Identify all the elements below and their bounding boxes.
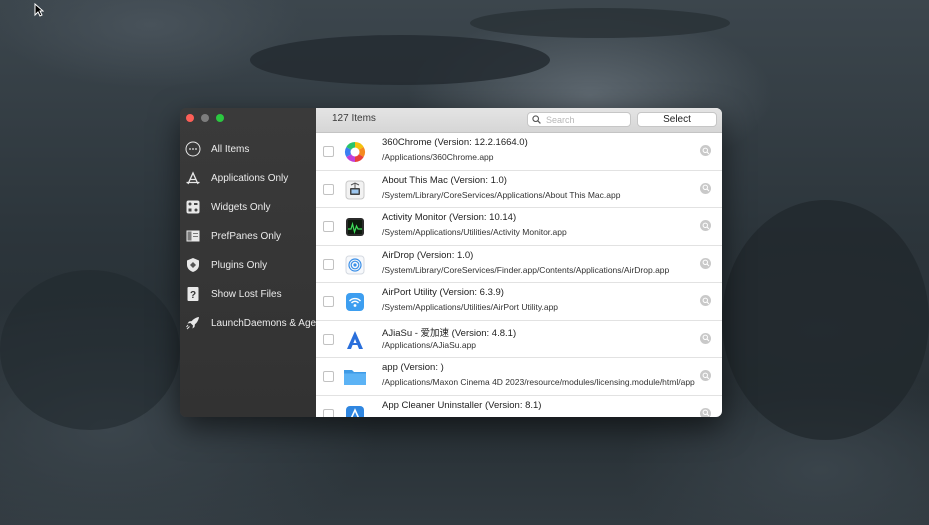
row-name: app (Version: ): [382, 362, 444, 373]
row-name: Activity Monitor (Version: 10.14): [382, 212, 517, 223]
sidebar-item-show-lost-files[interactable]: ? Show Lost Files: [180, 281, 316, 307]
sidebar-item-applications-only[interactable]: Applications Only: [180, 165, 316, 191]
row-name: AJiaSu - 爱加速 (Version: 4.8.1): [382, 327, 517, 339]
list-item[interactable]: AJiaSu - 爱加速 (Version: 4.8.1) /Applicati…: [316, 321, 722, 358]
widgets-icon: [185, 199, 201, 215]
360chrome-icon: [343, 140, 367, 164]
row-path: /System/Library/CoreServices/Finder.app/…: [382, 264, 670, 275]
ellipsis-circle-icon: [185, 141, 201, 157]
airport-utility-icon: [343, 290, 367, 314]
sidebar-item-all-items[interactable]: All Items: [180, 136, 316, 162]
row-checkbox[interactable]: [323, 296, 334, 307]
airdrop-icon: [343, 253, 367, 277]
row-path: /Applications/360Chrome.app: [382, 152, 494, 162]
list-item[interactable]: 360Chrome (Version: 12.2.1664.0) /Applic…: [316, 133, 722, 171]
ajiasu-icon: [343, 328, 367, 352]
question-file-icon: ?: [185, 286, 201, 302]
row-name: About This Mac (Version: 1.0): [382, 174, 507, 186]
app-store-icon: [185, 170, 201, 186]
sidebar-item-label: LaunchDaemons & Agents: [211, 317, 330, 329]
toolbar: 127 Items Select: [316, 108, 722, 133]
row-name: AirDrop (Version: 1.0): [382, 249, 474, 261]
sidebar-item-launchdaemons-agents[interactable]: LaunchDaemons & Agents: [180, 310, 329, 336]
sidebar-item-plugins-only[interactable]: Plugins Only: [180, 252, 316, 278]
sidebar-item-label: Plugins Only: [211, 259, 268, 271]
row-checkbox[interactable]: [323, 221, 334, 232]
sidebar-item-label: All Items: [211, 143, 250, 155]
sidebar-item-label: Applications Only: [211, 172, 289, 184]
prefpane-icon: [185, 228, 201, 244]
rocket-icon: [185, 315, 201, 331]
magnifier-icon[interactable]: [700, 370, 711, 381]
about-this-mac-icon: [343, 178, 367, 202]
minimize-window-button[interactable]: [201, 114, 209, 122]
items-list: 360Chrome (Version: 12.2.1664.0) /Applic…: [316, 133, 722, 417]
close-window-button[interactable]: [186, 114, 194, 122]
list-item[interactable]: Activity Monitor (Version: 10.14) /Syste…: [316, 208, 722, 246]
sidebar-item-widgets-only[interactable]: Widgets Only: [180, 194, 316, 220]
row-checkbox[interactable]: [323, 371, 334, 382]
plugin-shield-icon: [185, 257, 201, 273]
magnifier-icon[interactable]: [700, 295, 711, 306]
zoom-window-button[interactable]: [216, 114, 224, 122]
main-pane: 127 Items Select: [316, 108, 722, 417]
sidebar-item-prefpanes-only[interactable]: PrefPanes Only: [180, 223, 316, 249]
search-input[interactable]: [546, 113, 616, 126]
select-button[interactable]: Select: [637, 112, 717, 127]
magnifier-icon[interactable]: [700, 407, 711, 417]
sidebar-item-label: Show Lost Files: [211, 288, 282, 300]
list-item[interactable]: AirDrop (Version: 1.0) /System/Library/C…: [316, 246, 722, 283]
row-checkbox[interactable]: [323, 408, 334, 417]
activity-monitor-icon: [343, 215, 367, 239]
list-item[interactable]: App Cleaner Uninstaller (Version: 8.1): [316, 396, 722, 417]
row-path: /System/Applications/Utilities/Activity …: [382, 227, 567, 237]
sidebar: All Items Applications Only Widgets Only…: [180, 108, 329, 417]
magnifier-icon[interactable]: [700, 182, 711, 194]
mouse-cursor-icon: [34, 2, 45, 22]
search-field[interactable]: [527, 112, 631, 127]
folder-icon: [343, 365, 367, 389]
row-name: App Cleaner Uninstaller (Version: 8.1): [382, 399, 542, 411]
sidebar-item-label: PrefPanes Only: [211, 230, 282, 242]
sidebar-item-label: Widgets Only: [211, 201, 271, 213]
row-name: AirPort Utility (Version: 6.3.9): [382, 287, 504, 298]
list-item[interactable]: app (Version: ) /Applications/Maxon Cine…: [316, 358, 722, 396]
list-item[interactable]: About This Mac (Version: 1.0) /System/Li…: [316, 171, 722, 208]
row-name: 360Chrome (Version: 12.2.1664.0): [382, 137, 528, 148]
magnifier-icon[interactable]: [700, 145, 711, 156]
magnifier-icon[interactable]: [700, 332, 711, 344]
magnifier-icon[interactable]: [700, 257, 711, 269]
row-checkbox[interactable]: [323, 146, 334, 157]
app-cleaner-icon: [343, 403, 367, 417]
svg-text:?: ?: [190, 290, 196, 301]
row-checkbox[interactable]: [323, 183, 334, 195]
search-icon: [532, 115, 541, 124]
item-count: 127 Items: [332, 113, 376, 124]
app-window: All Items Applications Only Widgets Only…: [180, 108, 722, 417]
row-checkbox[interactable]: [323, 333, 334, 345]
row-path: /Applications/Maxon Cinema 4D 2023/resou…: [382, 377, 695, 387]
row-path: /System/Library/CoreServices/Application…: [382, 189, 621, 200]
magnifier-icon[interactable]: [700, 220, 711, 231]
row-path: /Applications/AJiaSu.app: [382, 339, 477, 350]
row-checkbox[interactable]: [323, 258, 334, 270]
list-item[interactable]: AirPort Utility (Version: 6.3.9) /System…: [316, 283, 722, 321]
row-path: /System/Applications/Utilities/AirPort U…: [382, 302, 559, 312]
